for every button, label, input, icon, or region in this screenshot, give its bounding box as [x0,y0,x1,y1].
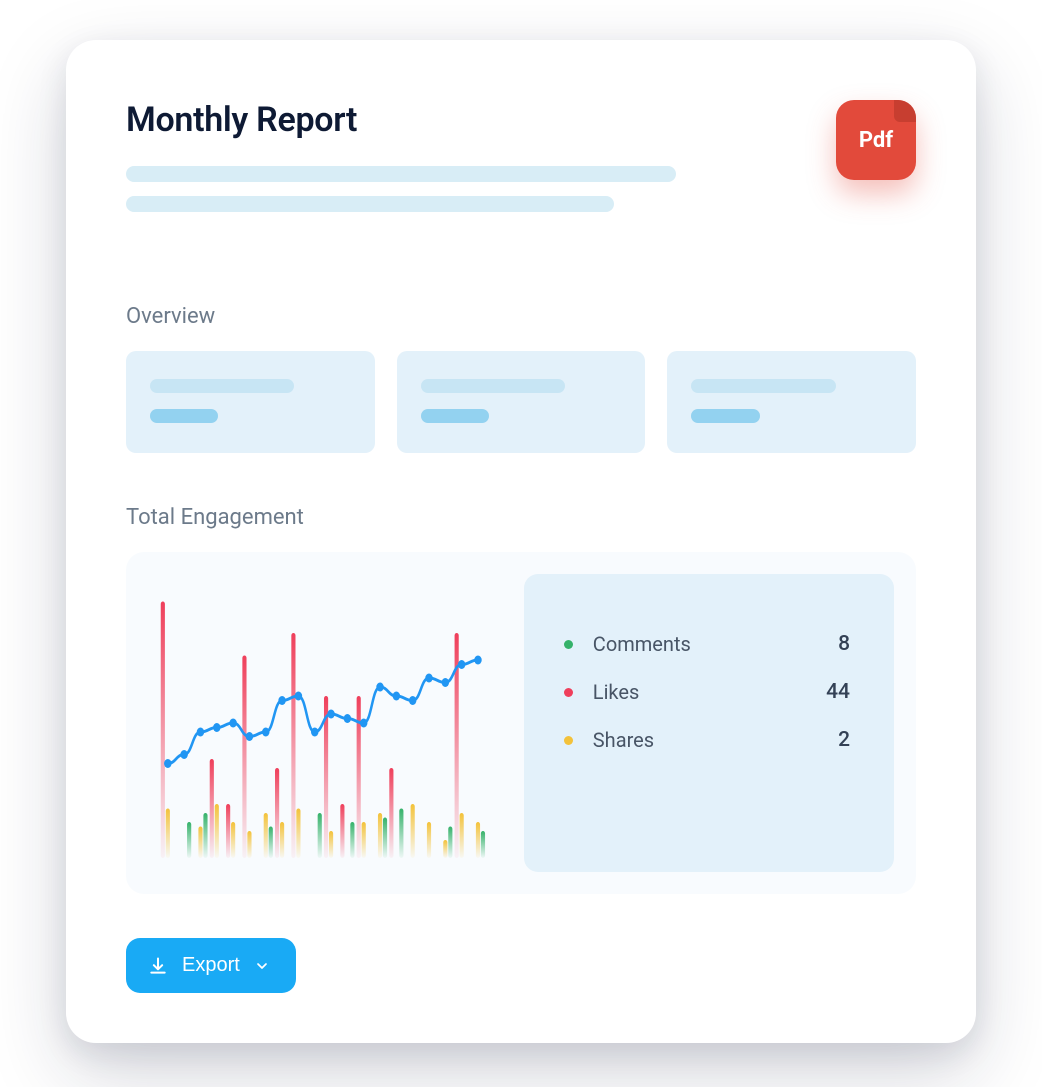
placeholder-line [421,409,489,423]
placeholder-line [421,379,565,393]
download-icon [148,956,168,976]
engagement-chart-panel: Comments8 Likes44 Shares2 [126,552,916,894]
pdf-badge-label: Pdf [859,128,893,153]
export-button[interactable]: Export [126,938,296,993]
legend-value: 8 [838,632,850,656]
legend-row: Likes44 [564,680,850,704]
placeholder-line [126,166,676,182]
placeholder-line [126,196,614,212]
legend-row: Comments8 [564,632,850,656]
legend-label: Likes [593,680,826,704]
placeholder-line [691,379,835,393]
engagement-heading: Total Engagement [126,505,916,530]
placeholder-line [150,379,294,393]
legend-label: Comments [593,632,838,656]
placeholder-line [150,409,218,423]
pdf-badge-icon[interactable]: Pdf [836,100,916,180]
chevron-down-icon [254,958,270,974]
export-button-label: Export [182,954,240,977]
overview-card [126,351,375,453]
legend-row: Shares2 [564,728,850,752]
engagement-chart [148,574,498,872]
overview-card [667,351,916,453]
legend-dot-icon [564,736,573,745]
legend-value: 2 [838,728,850,752]
legend-value: 44 [826,680,850,704]
overview-card [397,351,646,453]
page-title: Monthly Report [126,100,676,140]
placeholder-line [691,409,759,423]
overview-heading: Overview [126,304,916,329]
chart-legend: Comments8 Likes44 Shares2 [524,574,894,872]
description-placeholder [126,166,676,212]
overview-cards [126,351,916,453]
legend-dot-icon [564,688,573,697]
report-card: Monthly Report Pdf Overview Total Engage… [66,40,976,1043]
legend-label: Shares [593,728,838,752]
legend-dot-icon [564,640,573,649]
